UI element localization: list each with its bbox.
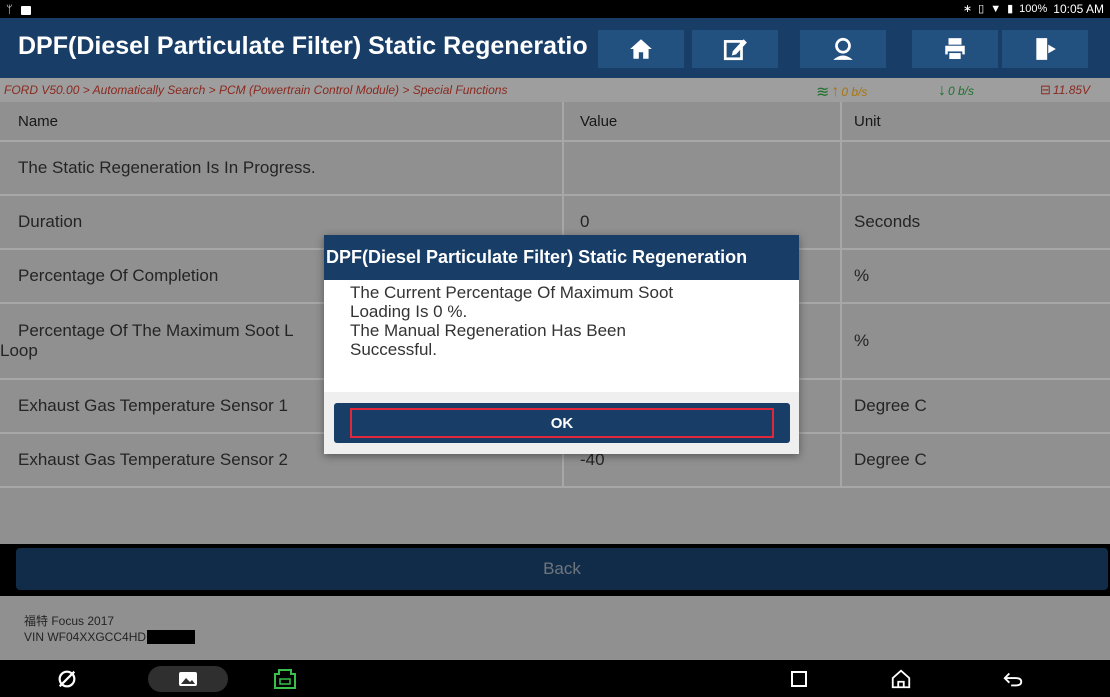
edit-icon: [723, 39, 747, 61]
dialog-title: DPF(Diesel Particulate Filter) Static Re…: [324, 235, 799, 280]
navigation-bar: [0, 660, 1110, 697]
gallery-icon: [179, 672, 197, 686]
status-bar: ᛘ ∗ ▯ ▼ ▮ 100% 10:05 AM: [0, 0, 1110, 18]
result-dialog: DPF(Diesel Particulate Filter) Static Re…: [324, 235, 799, 454]
ok-button-label: OK: [350, 408, 774, 438]
vci-icon: [274, 669, 296, 689]
vibrate-icon: ▯: [978, 3, 985, 15]
battery-percent: 100%: [1019, 3, 1048, 15]
wifi-icon: ▼: [990, 3, 1002, 15]
clock: 10:05 AM: [1053, 2, 1104, 16]
title-bar: DPF(Diesel Particulate Filter) Static Re…: [0, 18, 1110, 78]
print-button[interactable]: [912, 30, 998, 68]
browser-button[interactable]: [52, 666, 82, 692]
ok-button[interactable]: OK: [334, 403, 790, 443]
dialog-message: The Current Percentage Of Maximum Soot L…: [350, 283, 674, 359]
usb-icon: ᛘ: [6, 4, 13, 16]
home-button[interactable]: [598, 30, 684, 68]
home-icon: [630, 39, 652, 59]
user-icon: [833, 37, 853, 60]
image-icon: [20, 5, 31, 15]
bluetooth-icon: ∗: [962, 3, 973, 15]
vci-button[interactable]: [270, 666, 300, 692]
home-nav-icon: [891, 669, 911, 689]
user-button[interactable]: [800, 30, 886, 68]
browser-icon: [58, 670, 76, 688]
recents-icon: [791, 671, 807, 687]
edit-button[interactable]: [692, 30, 778, 68]
page-title: DPF(Diesel Particulate Filter) Static Re…: [18, 32, 588, 60]
gallery-button[interactable]: [148, 666, 228, 692]
recents-button[interactable]: [784, 666, 814, 692]
back-nav-icon: [1003, 672, 1023, 687]
exit-icon: [1036, 38, 1056, 60]
home-nav-button[interactable]: [886, 666, 916, 692]
print-icon: [945, 38, 965, 61]
battery-icon: ▮: [1007, 3, 1014, 15]
exit-button[interactable]: [1002, 30, 1088, 68]
dialog-button-area: OK: [324, 392, 799, 454]
back-nav-button[interactable]: [998, 666, 1028, 692]
